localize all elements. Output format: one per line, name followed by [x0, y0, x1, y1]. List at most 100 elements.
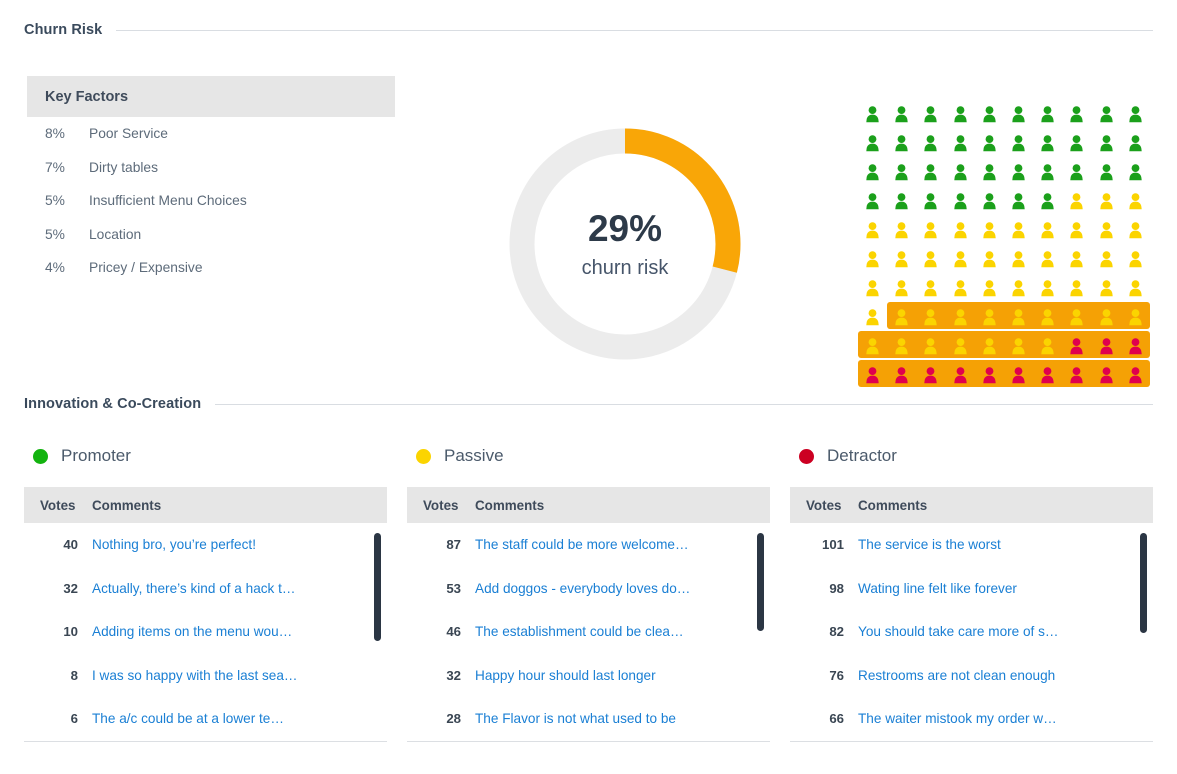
comment-link[interactable]: You should take care more of s…	[858, 624, 1153, 639]
comment-link[interactable]: The service is the worst	[858, 537, 1153, 552]
person-icon	[983, 280, 996, 297]
pictogram-person-cell	[1062, 361, 1091, 390]
comment-link[interactable]: The staff could be more welcome…	[475, 537, 770, 552]
table-row[interactable]: 6 The a/c could be at a lower te…	[24, 697, 387, 741]
column-header-comments[interactable]: Comments	[858, 498, 1153, 513]
person-icon	[1129, 135, 1142, 152]
table-row[interactable]: 28 The Flavor is not what used to be	[407, 697, 770, 741]
table-row[interactable]: 53 Add doggos - everybody loves do…	[407, 567, 770, 611]
person-icon	[924, 222, 938, 239]
column-header-votes[interactable]: Votes	[407, 498, 475, 513]
table-row[interactable]: 101 The service is the worst	[790, 523, 1153, 567]
pictogram-person-cell	[1121, 158, 1150, 187]
person-icon	[1012, 367, 1025, 384]
header-divider-line	[116, 29, 1153, 31]
pictogram-row-icons	[858, 274, 1150, 303]
table-row[interactable]: 82 You should take care more of s…	[790, 610, 1153, 654]
pictogram-person-cell	[1092, 274, 1121, 303]
comment-link[interactable]: Add doggos - everybody loves do…	[475, 581, 770, 596]
pictogram-row	[858, 301, 1150, 332]
comment-link[interactable]: The Flavor is not what used to be	[475, 711, 770, 726]
person-icon	[1012, 222, 1025, 239]
column-header-votes[interactable]: Votes	[24, 498, 92, 513]
pictogram-person-cell	[858, 332, 887, 361]
votes-count: 40	[63, 537, 78, 553]
comment-link[interactable]: The establishment could be clea…	[475, 624, 770, 639]
pictogram-person-cell	[1004, 361, 1033, 390]
table-row[interactable]: 8 I was so happy with the last sea…	[24, 654, 387, 698]
comment-link[interactable]: Adding items on the menu wou…	[92, 624, 387, 639]
table-row[interactable]: 10 Adding items on the menu wou…	[24, 610, 387, 654]
comment-link[interactable]: Wating line felt like forever	[858, 581, 1153, 596]
comment-link[interactable]: Actually, there’s kind of a hack t…	[92, 581, 387, 596]
key-factor-row: 5% Insufficient Menu Choices	[27, 184, 395, 218]
pictogram-person-cell	[1092, 216, 1121, 245]
person-icon	[895, 106, 908, 123]
person-icon	[1041, 338, 1054, 355]
person-icon	[953, 135, 967, 152]
person-icon	[1129, 164, 1142, 181]
pictogram-row-icons	[858, 303, 1150, 332]
table-row[interactable]: 32 Actually, there’s kind of a hack t…	[24, 567, 387, 611]
column-header-votes[interactable]: Votes	[790, 498, 858, 513]
pictogram-row	[858, 245, 1150, 274]
column-header-comments[interactable]: Comments	[92, 498, 387, 513]
key-factor-row: 5% Location	[27, 218, 395, 252]
person-icon	[983, 367, 996, 384]
pictogram-person-cell	[1121, 129, 1150, 158]
table-row[interactable]: 66 The waiter mistook my order w…	[790, 697, 1153, 741]
table-row[interactable]: 46 The establishment could be clea…	[407, 610, 770, 654]
comment-link[interactable]: The waiter mistook my order w…	[858, 711, 1153, 726]
person-icon	[1041, 193, 1054, 210]
person-icon	[1070, 106, 1084, 123]
table-scrollbar[interactable]	[1140, 533, 1147, 633]
key-factor-label: Insufficient Menu Choices	[89, 193, 247, 209]
table-scrollbar[interactable]	[374, 533, 381, 641]
key-factor-percent: 4%	[45, 260, 65, 276]
votes-count: 98	[829, 580, 844, 596]
comment-link[interactable]: Happy hour should last longer	[475, 668, 770, 683]
pictogram-person-cell	[975, 303, 1004, 332]
comment-link[interactable]: Nothing bro, you’re perfect!	[92, 537, 387, 552]
pictogram-row	[858, 330, 1150, 361]
pictogram-person-cell	[1121, 303, 1150, 332]
table-row[interactable]: 98 Wating line felt like forever	[790, 567, 1153, 611]
key-factor-label: Dirty tables	[89, 159, 159, 175]
person-icon	[1070, 135, 1084, 152]
comment-link[interactable]: Restrooms are not clean enough	[858, 668, 1153, 683]
legend-passive: Passive	[407, 442, 770, 470]
table-row[interactable]: 32 Happy hour should last longer	[407, 654, 770, 698]
pictogram-person-cell	[887, 303, 916, 332]
person-icon	[983, 106, 996, 123]
table-row[interactable]: 40 Nothing bro, you’re perfect!	[24, 523, 387, 567]
pictogram-person-cell	[916, 216, 945, 245]
person-icon	[1012, 280, 1025, 297]
column-header-comments[interactable]: Comments	[475, 498, 770, 513]
pictogram-person-cell	[975, 158, 1004, 187]
person-icon	[1012, 135, 1025, 152]
table-row[interactable]: 76 Restrooms are not clean enough	[790, 654, 1153, 698]
votes-count: 82	[829, 624, 844, 640]
table-scrollbar[interactable]	[757, 533, 764, 631]
table-row[interactable]: 87 The staff could be more welcome…	[407, 523, 770, 567]
person-icon	[1099, 164, 1113, 181]
pictogram-person-cell	[887, 332, 916, 361]
key-factor-percent: 5%	[45, 226, 65, 242]
pictogram-person-cell	[858, 187, 887, 216]
comment-link[interactable]: The a/c could be at a lower te…	[92, 711, 387, 726]
pictogram-person-cell	[1033, 100, 1062, 129]
person-icon	[895, 367, 908, 384]
person-icon	[983, 309, 996, 326]
pictogram-person-cell	[916, 245, 945, 274]
pictogram-row	[858, 187, 1150, 216]
person-icon	[1070, 338, 1084, 355]
comment-link[interactable]: I was so happy with the last sea…	[92, 668, 387, 683]
pictogram-person-cell	[858, 361, 887, 390]
pictogram-row-icons	[858, 187, 1150, 216]
dashboard-page: Churn Risk Key Factors 8% Poor Service 7% D…	[0, 0, 1177, 774]
feedback-column-detractor: Detractor Votes Comments 101 The service is …	[790, 442, 1153, 742]
pictogram-person-cell	[1033, 245, 1062, 274]
person-icon	[1041, 135, 1054, 152]
legend-dot-icon	[33, 448, 48, 464]
pictogram-person-cell	[1062, 332, 1091, 361]
